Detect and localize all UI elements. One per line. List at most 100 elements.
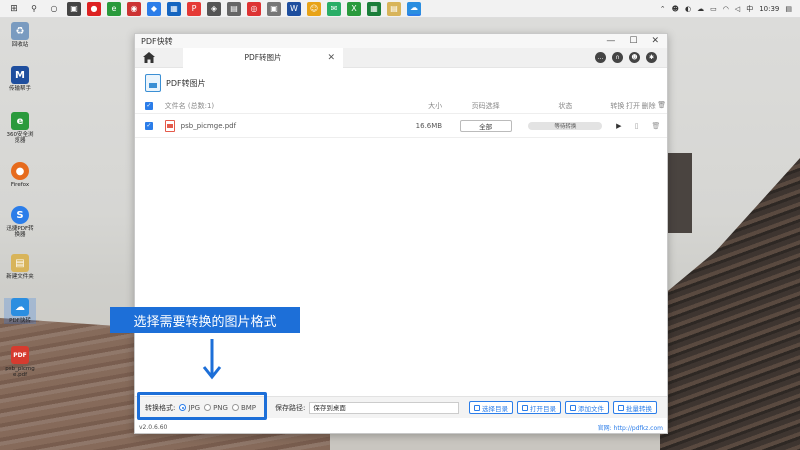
open-folder-icon	[522, 404, 528, 411]
add-file-button[interactable]: 添加文件	[565, 401, 609, 414]
maximize-icon[interactable]: ☐	[629, 36, 637, 46]
app-icon-3[interactable]: e	[107, 1, 121, 16]
desktop-icon-360-browser[interactable]: e 360安全浏览器	[4, 112, 36, 144]
pdf-file-icon: PDF	[11, 346, 29, 364]
app-icon-13[interactable]: ☺	[307, 1, 321, 16]
app-icon-9[interactable]: ▤	[227, 1, 241, 16]
folder-icon: ▤	[11, 254, 29, 272]
app-icon-6[interactable]: ▦	[167, 1, 181, 16]
row-checkbox[interactable]: ✓	[145, 121, 153, 130]
volume-icon[interactable]: ◁	[735, 5, 740, 13]
row-size: 16.6MB	[415, 121, 443, 130]
col-convert: 转换	[610, 101, 625, 110]
wifi-icon[interactable]: ◠	[723, 5, 729, 13]
open-directory-button[interactable]: 打开目录	[517, 401, 561, 414]
recycle-bin-icon: ♻	[11, 22, 29, 40]
col-range: 页码选择	[471, 101, 500, 110]
app-icon-4[interactable]: ◉	[127, 1, 141, 16]
row-range-cell: 全部	[452, 119, 519, 132]
tray-icon-1[interactable]: ☻	[672, 5, 679, 13]
section-title: PDF转图片	[166, 78, 206, 88]
home-icon	[143, 52, 155, 63]
window-titlebar[interactable]: PDF快转 — ☐ ✕	[135, 34, 667, 48]
page-range-selector[interactable]: 全部	[459, 119, 512, 132]
website-link[interactable]: 官网: http://pdfkz.com	[598, 423, 663, 432]
save-path-input[interactable]: 保存到桌面	[309, 401, 460, 414]
desktop-icon-recycle-bin[interactable]: ♻ 回收站	[4, 22, 36, 48]
batch-convert-button[interactable]: 批量转换	[613, 401, 657, 414]
tray-icon-2[interactable]: ◐	[685, 5, 691, 13]
row-filename: psb_picmge.pdf	[180, 121, 237, 130]
folder-icon	[474, 404, 480, 411]
table-header: ✓ 文件名 (总数:1) 大小 页码选择 状态 转换 打开 删除 🗑	[135, 98, 667, 114]
convert-icon	[618, 404, 624, 411]
pdf-to-image-icon	[145, 74, 161, 92]
app-icon-15[interactable]: X	[347, 1, 361, 16]
app-icon-1[interactable]: ▣	[67, 1, 81, 16]
row-status-cell: 等待转换	[527, 121, 604, 130]
desktop-icon-pdf-converter[interactable]: S 迅捷PDF转换器	[4, 206, 36, 238]
clock[interactable]: 10:39	[759, 5, 779, 13]
app-icon-7[interactable]: P	[187, 1, 201, 16]
choose-directory-button[interactable]: 选择目录	[469, 401, 513, 414]
status-progress: 等待转换	[528, 121, 603, 130]
desktop-icon-new-folder[interactable]: ▤ 新建文件夹	[4, 254, 36, 280]
version-label: v2.0.6.60	[139, 423, 168, 431]
home-button[interactable]	[135, 48, 163, 68]
tab-pdf-to-image[interactable]: PDF转图片 ✕	[183, 47, 343, 68]
col-delete: 删除	[641, 101, 656, 110]
app-icon-2[interactable]: ●	[87, 1, 101, 16]
col-ops: 转换 打开 删除 🗑	[610, 101, 667, 111]
close-icon[interactable]: ✕	[651, 36, 659, 46]
headset-icon[interactable]: ∩	[612, 52, 623, 63]
app-icon-12[interactable]: W	[287, 1, 301, 16]
col-name: 文件名 (总数:1)	[164, 101, 215, 110]
col-status: 状态	[558, 101, 573, 110]
window-title: PDF快转	[141, 36, 173, 46]
notification-icon[interactable]: ▤	[785, 5, 792, 13]
browser-icon: e	[11, 112, 29, 130]
transfer-app-icon: M	[11, 66, 29, 84]
gear-icon[interactable]: ✱	[646, 52, 657, 63]
tray-icon-4[interactable]: ▭	[710, 5, 717, 13]
app-icon-17[interactable]: ▤	[387, 1, 401, 16]
background-chimney	[668, 153, 692, 233]
ime-indicator[interactable]: 中	[746, 4, 753, 14]
tray-arrow-icon[interactable]: ⌃	[660, 5, 666, 13]
windows-start-icon[interactable]: ⊞	[7, 2, 21, 16]
tray-icon-3[interactable]: ☁	[697, 5, 704, 13]
delete-all-icon[interactable]: 🗑	[657, 101, 666, 111]
user-icon[interactable]: ☻	[629, 52, 640, 63]
desktop-icon-pdfkz[interactable]: ☁ PDF快转	[4, 298, 36, 324]
pdf-file-icon	[164, 119, 175, 132]
open-file-icon[interactable]: ▯	[635, 122, 639, 130]
desktop-icon-pdf-file[interactable]: PDF psb_picmge.pdf	[4, 346, 36, 378]
search-icon[interactable]: ⚲	[27, 2, 41, 16]
desktop-icon-firefox[interactable]: ● Firefox	[4, 162, 36, 188]
arrow-down-icon	[202, 339, 222, 380]
pdfkz-taskbar-icon[interactable]: ☁	[407, 1, 421, 16]
delete-icon[interactable]: 🗑	[652, 122, 661, 130]
tab-close-icon[interactable]: ✕	[327, 53, 335, 63]
minimize-icon[interactable]: —	[606, 36, 615, 46]
app-icon-8[interactable]: ◈	[207, 1, 221, 16]
row-ops: ▶ ▯ 🗑	[610, 122, 667, 130]
app-icon-11[interactable]: ▣	[267, 1, 281, 16]
col-open: 打开	[626, 101, 641, 110]
app-icon-5[interactable]: ◆	[147, 1, 161, 16]
app-icon-16[interactable]: ▦	[367, 1, 381, 16]
pdf-converter-icon: S	[11, 206, 29, 224]
play-convert-icon[interactable]: ▶	[616, 122, 621, 130]
taskbar: ⊞ ⚲ ○ ▣ ● e ◉ ◆ ▦ P ◈ ▤ ◎ ▣ W ☺ ✉ X ▦ ▤ …	[0, 0, 800, 18]
select-all-checkbox[interactable]: ✓	[145, 101, 153, 110]
window-footer: v2.0.6.60 官网: http://pdfkz.com	[135, 420, 667, 434]
col-size: 大小	[428, 101, 443, 110]
wechat-icon[interactable]: ✉	[327, 1, 341, 16]
plus-icon	[570, 404, 576, 411]
table-row[interactable]: ✓ psb_picmge.pdf 16.6MB 全部 等待转换 ▶ ▯ 🗑	[135, 114, 667, 138]
desktop-icon-transfer[interactable]: M 传输帮手	[4, 66, 36, 92]
annotation-highlight-box	[137, 392, 267, 420]
task-view-icon[interactable]: ○	[47, 2, 61, 16]
app-icon-10[interactable]: ◎	[247, 1, 261, 16]
chat-icon[interactable]: …	[595, 52, 606, 63]
